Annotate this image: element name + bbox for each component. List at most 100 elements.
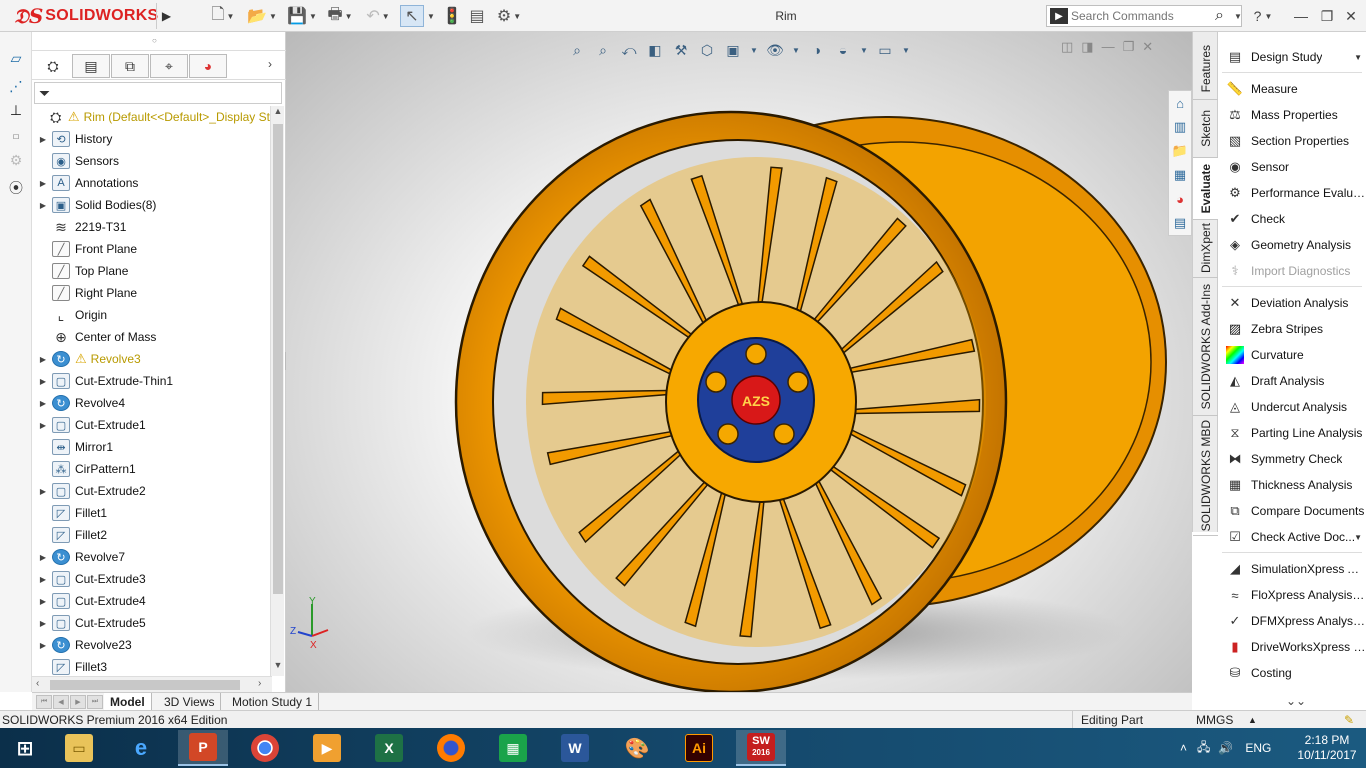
tab-dimxpert[interactable]: DimXpert <box>1193 220 1219 278</box>
expand-arrow-icon[interactable]: ▶ <box>32 399 52 408</box>
command-performance-evaluat[interactable]: ⚙ Performance Evaluat... <box>1218 180 1366 206</box>
command-driveworksxpress-w[interactable]: ▮ DriveWorksXpress W... <box>1218 634 1366 660</box>
search-input[interactable] <box>1071 9 1211 23</box>
measure-tool-icon[interactable]: ⦿ <box>6 178 26 198</box>
tree-item[interactable]: ╱ Top Plane <box>32 260 270 282</box>
network-icon[interactable]: 🖧 <box>1197 738 1210 759</box>
point-icon[interactable]: □ <box>6 126 26 146</box>
tab-features[interactable]: Features <box>1193 38 1219 100</box>
command-check[interactable]: ✔ Check <box>1218 206 1366 232</box>
last-tab-arrow[interactable]: ⏭ <box>87 695 103 709</box>
expand-arrow-icon[interactable]: ▶ <box>32 355 52 364</box>
taskbar-excel[interactable]: X <box>364 730 414 766</box>
graphics-area[interactable]: ⌕ ⌕ ⤺ ◧ ⚒ ⬡ ▣ ▼ 👁 ▼ ◑ ◒ ▼ ▭ ▼ ◫ ◨ — ❐ ✕ <box>286 32 1192 692</box>
command-check-active-doc[interactable]: ☑ Check Active Doc... ▼ <box>1218 524 1366 550</box>
taskbar-media-player[interactable]: ▶ <box>302 730 352 766</box>
restore-button[interactable]: ❐ <box>1316 6 1338 26</box>
view-settings-dropdown[interactable]: ▼ <box>900 39 912 61</box>
tab-3d-views[interactable]: 3D Views <box>158 693 222 711</box>
tree-item[interactable]: ▶ A Annotations <box>32 172 270 194</box>
tree-root[interactable]: ⛭ ⚠ Rim (Default<<Default>_Display St <box>32 106 270 128</box>
tabs-more-arrow[interactable]: › <box>268 57 272 71</box>
view-palette-icon[interactable]: ▦ <box>1169 163 1191 187</box>
command-costing[interactable]: ⛁ Costing <box>1218 660 1366 686</box>
expand-arrow-icon[interactable]: ▶ <box>32 597 52 606</box>
expand-arrow-icon[interactable]: ▶ <box>32 201 52 210</box>
tree-item[interactable]: ◸ Fillet3 <box>32 656 270 676</box>
search-commands-box[interactable]: ▶ ⌕ <box>1046 5 1242 27</box>
command-design-study[interactable]: ▤ Design Study ▼ <box>1218 44 1366 70</box>
tree-item[interactable]: ▶ ↻ Revolve4 <box>32 392 270 414</box>
tree-item[interactable]: ◸ Fillet1 <box>32 502 270 524</box>
viewport-restore-icon[interactable]: ❐ <box>1123 39 1135 55</box>
tree-item[interactable]: ⇹ Mirror1 <box>32 436 270 458</box>
expand-arrow-icon[interactable]: ▶ <box>32 135 52 144</box>
scroll-thumb[interactable] <box>273 124 283 594</box>
hscroll-thumb[interactable] <box>50 680 240 690</box>
apply-scene-icon[interactable]: ◒ <box>832 39 854 61</box>
tree-item[interactable]: ⊕ Center of Mass <box>32 326 270 348</box>
volume-icon[interactable]: 🔊 <box>1218 741 1233 755</box>
scroll-up-arrow[interactable]: ▲ <box>271 106 285 122</box>
prev-tab-arrow[interactable]: ◀ <box>53 695 69 709</box>
taskbar-chrome[interactable] <box>240 730 290 766</box>
hide-show-dropdown[interactable]: ▼ <box>790 39 802 61</box>
expand-arrow-icon[interactable]: ▶ <box>32 575 52 584</box>
taskbar-solidworks[interactable]: SW 2016 <box>736 730 786 766</box>
tree-item[interactable]: ▶ ⟲ History <box>32 128 270 150</box>
tree-item[interactable]: ⁂ CirPattern1 <box>32 458 270 480</box>
coordinate-icon[interactable]: ⊥ <box>6 100 26 120</box>
command-dfmxpress-analysis[interactable]: ✓ DFMXpress Analysis ... <box>1218 608 1366 634</box>
edit-appearance-icon[interactable]: ◑ <box>806 39 828 61</box>
open-button[interactable]: 📂 ▼ <box>244 5 280 27</box>
taskbar-internet-explorer[interactable]: e <box>116 730 166 766</box>
status-units[interactable]: MMGS <box>1196 713 1233 727</box>
minimize-button[interactable]: — <box>1290 6 1312 26</box>
save-button[interactable]: 💾 ▼ <box>284 5 320 27</box>
tab-solidworks-add-ins[interactable]: SOLIDWORKS Add-Ins <box>1193 278 1219 416</box>
more-commands-chevron[interactable]: ⌄⌄ <box>1286 694 1306 708</box>
taskbar-file-explorer[interactable]: ▭ <box>54 730 104 766</box>
solidworks-logo[interactable]: 𝔇S SOLIDWORKS <box>0 0 158 32</box>
command-dropdown-icon[interactable]: ▼ <box>1354 53 1362 62</box>
menu-expand-arrow[interactable]: ▶ <box>156 3 176 29</box>
command-undercut-analysis[interactable]: ◬ Undercut Analysis <box>1218 394 1366 420</box>
tree-item[interactable]: ◉ Sensors <box>32 150 270 172</box>
next-tab-arrow[interactable]: ▶ <box>70 695 86 709</box>
display-style-dropdown[interactable]: ▼ <box>748 39 760 61</box>
search-dropdown[interactable]: ▼ <box>1232 6 1244 26</box>
tree-item[interactable]: ╱ Right Plane <box>32 282 270 304</box>
tree-item[interactable]: ▶ ↻ Revolve7 <box>32 546 270 568</box>
new-document-button[interactable]: 🗋 ▼ <box>206 5 240 27</box>
panel-grip[interactable]: ○ <box>152 36 157 45</box>
home-icon[interactable]: ⌂ <box>1169 91 1191 115</box>
scroll-left-arrow[interactable]: ‹ <box>36 678 39 689</box>
language-indicator[interactable]: ENG <box>1245 741 1271 755</box>
sketch-face-icon[interactable]: ▱ <box>6 48 26 68</box>
scroll-down-arrow[interactable]: ▼ <box>271 660 285 676</box>
tree-item[interactable]: ▶ ▢ Cut-Extrude1 <box>32 414 270 436</box>
display-style-icon[interactable]: ▣ <box>722 39 744 61</box>
close-button[interactable]: ✕ <box>1340 6 1362 26</box>
tree-item[interactable]: ▶ ▢ Cut-Extrude5 <box>32 612 270 634</box>
tree-filter[interactable]: ⏷ <box>34 82 282 104</box>
clock[interactable]: 2:18 PM 10/11/2017 <box>1294 733 1360 763</box>
file-explorer-icon[interactable]: 📁 <box>1169 139 1191 163</box>
search-icon[interactable]: ⌕ <box>1215 7 1224 25</box>
design-library-icon[interactable]: ▥ <box>1169 115 1191 139</box>
dimxpert-manager-tab[interactable]: ⌖ <box>150 54 188 78</box>
undo-button[interactable]: ↶ ▼ <box>360 5 396 27</box>
configuration-manager-tab[interactable]: ⧉ <box>111 54 149 78</box>
scene-dropdown[interactable]: ▼ <box>858 39 870 61</box>
zoom-to-fit-icon[interactable]: ⌕ <box>566 39 588 61</box>
taskbar-paint[interactable]: 🎨 <box>612 730 662 766</box>
tree-horizontal-scrollbar[interactable]: ‹ › <box>32 676 272 692</box>
file-properties-button[interactable]: ▤ <box>466 5 488 27</box>
viewport-minimize-icon[interactable]: — <box>1102 39 1115 55</box>
tab-motion-study[interactable]: Motion Study 1 <box>226 693 320 711</box>
hidden-tool-icon[interactable]: ⚙ <box>6 150 26 170</box>
tree-item[interactable]: ≋ 2219-T31 <box>32 216 270 238</box>
viewport-split-icon[interactable]: ◨ <box>1081 39 1093 55</box>
tree-item[interactable]: ◸ Fillet2 <box>32 524 270 546</box>
tree-item[interactable]: ╱ Front Plane <box>32 238 270 260</box>
